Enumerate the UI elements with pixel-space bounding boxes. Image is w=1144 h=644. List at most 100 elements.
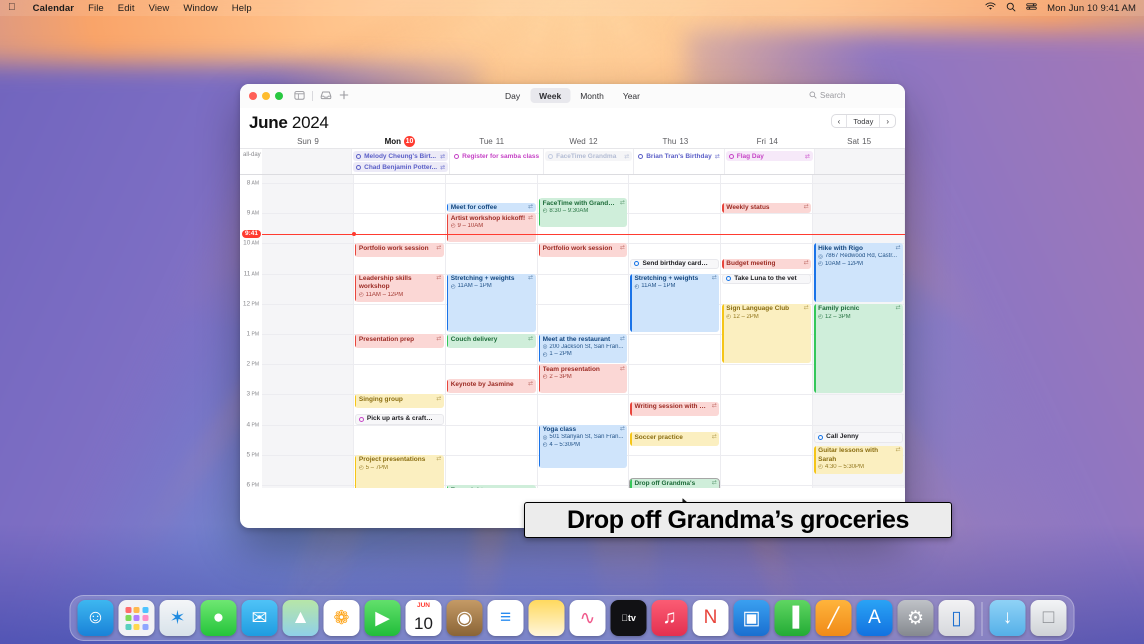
calendar-event[interactable]: Portfolio work session ⇄	[538, 243, 628, 257]
menu-item-help[interactable]: Help	[225, 3, 259, 14]
control-center-icon[interactable]	[1026, 2, 1037, 14]
menu-item-calendar[interactable]: Calendar	[26, 3, 81, 14]
add-event-icon[interactable]	[339, 87, 349, 105]
reminder-checkbox-icon[interactable]	[634, 261, 640, 267]
reminder-item[interactable]: Take Luna to the vet	[722, 273, 812, 285]
dock-item-maps[interactable]: ▲	[282, 600, 319, 636]
dock-item-keynote[interactable]: ▣	[733, 600, 770, 636]
menu-item-edit[interactable]: Edit	[111, 3, 142, 14]
dock-item-reminders[interactable]: ≡	[487, 600, 524, 636]
calendar-view-icon[interactable]	[294, 87, 305, 105]
dock-item-system-settings[interactable]: ⚙	[897, 600, 934, 636]
search-field[interactable]: Search	[809, 91, 895, 101]
day-column-wed[interactable]: FaceTime with Grandma ◴ 8:30 – 9:30AM ⇄ Port…	[537, 175, 630, 488]
dock-item-photos[interactable]: ❁	[323, 600, 360, 636]
calendar-event[interactable]: Budget meeting ⇄	[722, 258, 812, 270]
dock-item-iphone-mirroring[interactable]: ▯	[938, 600, 975, 636]
minimize-button[interactable]	[262, 91, 270, 100]
calendar-event[interactable]: Couch delivery ⇄	[446, 334, 536, 348]
next-week-button[interactable]: ›	[880, 115, 895, 127]
calendar-event[interactable]: Writing session with Or... ⇄	[630, 401, 720, 416]
day-header-sun[interactable]: Sun 9	[262, 134, 354, 148]
prev-week-button[interactable]: ‹	[832, 115, 847, 127]
calendar-event[interactable]: FaceTime with Grandma ◴ 8:30 – 9:30AM ⇄	[538, 198, 628, 227]
wifi-icon[interactable]	[985, 2, 996, 14]
reminder-item[interactable]: Pick up arts & crafts sup...	[354, 414, 444, 425]
reminder-item[interactable]: Call Jenny	[814, 432, 904, 443]
menu-item-view[interactable]: View	[142, 3, 177, 14]
day-header-sat[interactable]: Sat 15	[813, 134, 905, 148]
calendar-event[interactable]: Team presentation ◴ 2 – 3PM ⇄	[538, 364, 628, 393]
calendar-event[interactable]: Leadership skills workshop ◴ 11AM – 12PM ⇄	[354, 273, 444, 303]
dock-item-downloads-folder[interactable]: ↓	[989, 600, 1026, 636]
dock-item-pages[interactable]: ╱	[815, 600, 852, 636]
dock-item-numbers[interactable]: ▐	[774, 600, 811, 636]
dock-item-app-store[interactable]: A	[856, 600, 893, 636]
menu-item-file[interactable]: File	[81, 3, 111, 14]
day-column-thu[interactable]: Send birthday card to A... Stretching + w…	[629, 175, 722, 488]
dock-item-launchpad[interactable]	[118, 600, 155, 636]
calendar-event[interactable]: Presentation prep ⇄	[354, 334, 444, 348]
dock-item-contacts[interactable]: ◉	[446, 600, 483, 636]
dock-item-safari[interactable]: ✶	[159, 600, 196, 636]
view-segment-week[interactable]: Week	[530, 88, 571, 103]
calendar-event[interactable]: Stretching + weights ◴ 11AM – 1PM ⇄	[630, 273, 720, 333]
calendar-event[interactable]: Drop off Grandma's groceries ⇄	[629, 477, 721, 488]
reminder-checkbox-icon[interactable]	[726, 276, 732, 282]
calendar-event[interactable]: Taco night◴6 – 7PM	[446, 485, 536, 488]
all-day-event[interactable]: FaceTime Grandma ⇄	[545, 151, 633, 161]
calendar-event[interactable]: Soccer practice ⇄	[630, 432, 720, 446]
all-day-event[interactable]: Chad Benjamin Potter... ⇄	[353, 162, 449, 172]
day-column-fri[interactable]: Weekly status ⇄ Budget meeting ⇄ Take Luna t…	[721, 175, 814, 488]
calendar-event[interactable]: Guitar lessons with Sarah ◴ 4:30 – 5:30PM ⇄	[814, 445, 904, 475]
dock-item-notes[interactable]	[528, 600, 565, 636]
all-day-event[interactable]: Flag Day ⇄	[725, 151, 813, 161]
reminder-checkbox-icon[interactable]	[358, 416, 364, 422]
calendar-event[interactable]: Family picnic ◴ 12 – 3PM ⇄	[814, 303, 904, 393]
calendar-event[interactable]: Hike with Rigo ◎ 7867 Redwood Rd, Castr...…	[814, 243, 904, 303]
dock-item-mail[interactable]: ✉	[241, 600, 278, 636]
all-day-event[interactable]: Melody Cheung's Birt... ⇄	[353, 151, 449, 161]
dock-item-finder[interactable]: ☺	[77, 600, 114, 636]
calendar-event[interactable]: Meet at the restaurant ◎ 200 Jackson St, S…	[538, 334, 628, 363]
day-column-tue[interactable]: Meet for coffee ⇄ Artist workshop kickoff!…	[445, 175, 538, 488]
apple-menu-icon[interactable]: 	[8, 3, 16, 13]
dock-item-apple-tv[interactable]: tv	[610, 600, 647, 636]
day-header-fri[interactable]: Fri 14	[721, 134, 813, 148]
dock-item-calendar[interactable]: JUN 10	[405, 600, 442, 636]
zoom-button[interactable]	[275, 91, 283, 100]
today-button[interactable]: Today	[846, 115, 881, 127]
dock-item-music[interactable]: ♫	[651, 600, 688, 636]
calendar-event[interactable]: Singing group ⇄	[354, 394, 444, 408]
calendar-event[interactable]: Project presentations ◴ 5 – 7PM ⇄	[354, 454, 444, 488]
calendar-event[interactable]: Artist workshop kickoff! ◴ 9 – 10AM ⇄	[446, 213, 536, 242]
dock-item-news[interactable]: N	[692, 600, 729, 636]
day-header-mon[interactable]: Mon 10	[354, 134, 446, 148]
day-column-mon[interactable]: Portfolio work session ⇄ Leadership skills…	[353, 175, 446, 488]
day-column-sat[interactable]: Hike with Rigo ◎ 7867 Redwood Rd, Castr...…	[813, 175, 905, 488]
day-column-sun[interactable]	[262, 175, 354, 488]
calendar-event[interactable]: Stretching + weights ◴ 11AM – 1PM ⇄	[446, 273, 536, 333]
view-segment-year[interactable]: Year	[614, 88, 649, 103]
day-header-thu[interactable]: Thu 13	[629, 134, 721, 148]
view-segment-month[interactable]: Month	[571, 88, 613, 103]
dock-item-facetime[interactable]: ▶	[364, 600, 401, 636]
dock-item-freeform[interactable]: ∿	[569, 600, 606, 636]
menu-bar-clock[interactable]: Mon Jun 10 9:41 AM	[1047, 3, 1136, 14]
calendar-event[interactable]: Keynote by Jasmine ⇄	[446, 379, 536, 393]
all-day-event[interactable]: Brian Tran's Birthday ⇄	[635, 151, 723, 161]
spotlight-search-icon[interactable]	[1006, 2, 1016, 15]
menu-item-window[interactable]: Window	[176, 3, 224, 14]
reminder-checkbox-icon[interactable]	[818, 434, 824, 440]
dock-item-messages[interactable]: ●	[200, 600, 237, 636]
calendar-event[interactable]: Meet for coffee ⇄	[446, 202, 536, 212]
inbox-icon[interactable]	[320, 87, 332, 105]
all-day-event[interactable]: Register for samba class	[451, 151, 543, 161]
calendar-event[interactable]: Portfolio work session ⇄	[354, 243, 444, 257]
calendar-event[interactable]: Sign Language Club ◴ 12 – 2PM ⇄	[722, 303, 812, 363]
dock-item-trash[interactable]: □	[1030, 600, 1067, 636]
day-header-tue[interactable]: Tue 11	[446, 134, 538, 148]
reminder-item[interactable]: Send birthday card to A...	[630, 258, 720, 270]
view-segment-day[interactable]: Day	[496, 88, 529, 103]
day-header-wed[interactable]: Wed 12	[538, 134, 630, 148]
